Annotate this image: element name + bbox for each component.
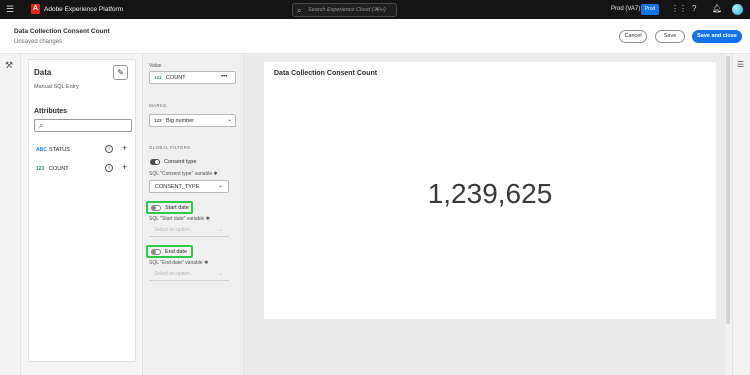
global-search-placeholder: Search Experience Cloud (⌘+/): [308, 7, 386, 13]
search-icon: ⌕: [297, 6, 302, 15]
chart-canvas: Data Collection Consent Count 1,239,625: [244, 54, 725, 375]
help-icon[interactable]: ?: [692, 4, 696, 14]
global-search-input[interactable]: ⌕ Search Experience Cloud (⌘+/): [292, 3, 397, 17]
page-header: Data Collection Consent Count Unsaved ch…: [0, 19, 750, 54]
big-number-value: 1,239,625: [427, 178, 553, 209]
global-filters-label: GLOBAL FILTERS: [149, 145, 191, 150]
add-attribute-icon[interactable]: +: [122, 162, 127, 173]
hammer-icon[interactable]: ⚒: [5, 60, 13, 70]
toggle-knob: [155, 160, 159, 164]
toggle-knob: [152, 206, 156, 210]
properties-panel: Value 123 COUNT ••• MARKS 123 Big number…: [143, 54, 244, 375]
number-type-icon: 123: [154, 118, 162, 123]
start-date-variable-dropdown[interactable]: Select an option... ⌄: [149, 225, 229, 237]
start-date-filter-name: Start date: [165, 205, 189, 211]
start-date-placeholder: Select an option...: [154, 227, 195, 233]
canvas-scrollbar[interactable]: [725, 54, 732, 375]
toggle-knob: [152, 250, 156, 254]
data-heading: Data: [34, 68, 52, 77]
end-date-variable-dropdown[interactable]: Select an option... ⌄: [149, 269, 229, 281]
start-date-toggle[interactable]: [151, 205, 161, 211]
adobe-logo-icon[interactable]: A: [31, 4, 40, 14]
unsaved-status: Unsaved changes: [14, 39, 63, 45]
data-panel: Data Manual SQL Entry ✎ Attributes ⌕ ABC…: [21, 54, 143, 375]
marks-selected-value: Big number: [166, 118, 195, 124]
notifications-bell-icon[interactable]: 🔔︎: [712, 4, 722, 14]
chevron-down-icon: ⌄: [227, 117, 233, 123]
save-button[interactable]: Save: [655, 30, 685, 43]
info-icon[interactable]: i: [105, 145, 113, 153]
data-source-label: Manual SQL Entry: [34, 84, 79, 90]
pencil-icon: ✎: [117, 68, 124, 77]
apps-grid-icon[interactable]: ⋮⋮: [671, 4, 687, 14]
sandbox-badge[interactable]: Prod: [641, 4, 659, 15]
org-switcher[interactable]: Prod (VA7): [611, 5, 640, 14]
user-avatar[interactable]: [732, 4, 743, 15]
text-type-icon: ABC: [36, 147, 47, 153]
consent-type-toggle[interactable]: [150, 159, 160, 165]
consent-type-variable-label: SQL "Consent type" variable: [149, 171, 213, 177]
add-attribute-icon[interactable]: +: [122, 143, 127, 154]
right-properties-rail: ☰: [732, 54, 750, 375]
number-type-icon: 123: [154, 75, 162, 80]
attributes-search-input[interactable]: ⌕: [34, 119, 132, 132]
app-name[interactable]: Adobe Experience Platform: [44, 5, 123, 14]
end-date-filter-toggle-group[interactable]: End date: [146, 245, 193, 258]
end-date-placeholder: Select an option...: [154, 271, 195, 277]
consent-type-filter-name: Consent type: [164, 159, 197, 165]
value-field[interactable]: 123 COUNT •••: [149, 71, 236, 84]
info-icon[interactable]: i: [105, 164, 113, 172]
start-date-filter-toggle-group[interactable]: Start date: [146, 201, 193, 214]
left-tool-rail: ⚒: [0, 54, 21, 375]
consent-type-variable-dropdown[interactable]: CONSENT_TYPE ⌄: [149, 180, 229, 193]
consent-type-selected-value: CONSENT_TYPE: [155, 184, 200, 190]
scrollbar-thumb[interactable]: [726, 56, 730, 324]
required-asterisk: ✱: [205, 216, 210, 222]
marks-label: MARKS: [149, 103, 167, 108]
global-nav-bar: ☰ A Adobe Experience Platform ⌕ Search E…: [0, 0, 750, 19]
required-asterisk: ✱: [204, 260, 209, 266]
chevron-down-icon: ⌄: [217, 271, 223, 277]
chevron-down-icon: ⌄: [218, 183, 224, 189]
attribute-name: COUNT: [49, 166, 69, 172]
attribute-row-status[interactable]: ABC STATUS i +: [34, 143, 134, 157]
value-label: Value: [149, 63, 162, 69]
more-options-icon[interactable]: •••: [221, 73, 227, 82]
save-and-close-button[interactable]: Save and close: [692, 30, 742, 43]
end-date-variable-label: SQL "End date" variable: [149, 260, 203, 266]
attribute-row-count[interactable]: 123 COUNT i +: [34, 162, 134, 176]
attributes-heading: Attributes: [34, 108, 68, 115]
marks-dropdown[interactable]: 123 Big number ⌄: [149, 114, 236, 127]
page-title: Data Collection Consent Count: [14, 28, 110, 35]
chart-card[interactable]: Data Collection Consent Count 1,239,625: [264, 62, 716, 319]
edit-sql-button[interactable]: ✎: [113, 65, 128, 80]
search-icon: ⌕: [39, 121, 44, 130]
required-asterisk: ✱: [213, 171, 218, 177]
data-card: Data Manual SQL Entry ✎ Attributes ⌕ ABC…: [28, 59, 136, 362]
end-date-filter-name: End date: [165, 249, 188, 255]
number-type-icon: 123: [36, 166, 45, 172]
properties-sliders-icon[interactable]: ☰: [737, 60, 744, 69]
attribute-name: STATUS: [49, 147, 70, 153]
cancel-button[interactable]: Cancel: [619, 30, 647, 43]
chevron-down-icon: ⌄: [217, 227, 223, 233]
chart-title: Data Collection Consent Count: [274, 70, 378, 77]
hamburger-menu-icon[interactable]: ☰: [6, 5, 15, 14]
end-date-toggle[interactable]: [151, 249, 161, 255]
value-field-text: COUNT: [166, 75, 186, 81]
start-date-variable-label: SQL "Start date" variable: [149, 216, 205, 222]
